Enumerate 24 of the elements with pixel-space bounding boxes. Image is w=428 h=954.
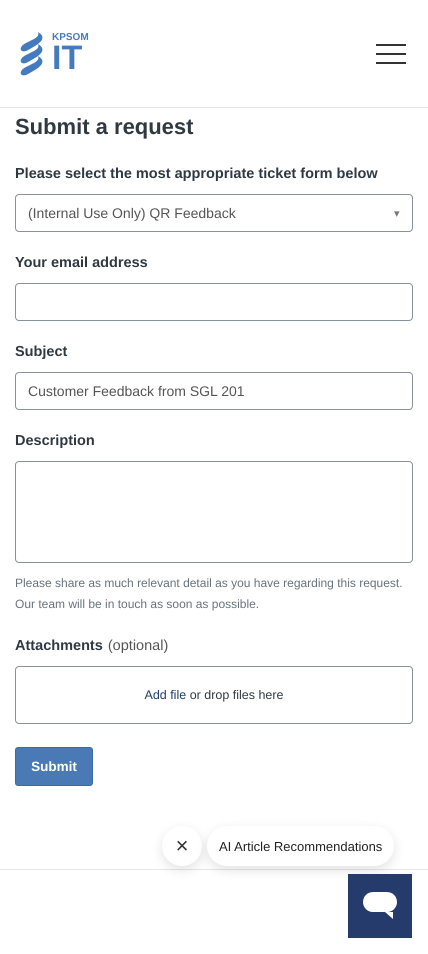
- optional-note: (optional): [108, 638, 168, 654]
- input-field[interactable]: Customer Feedback from SGL 201: [15, 372, 413, 410]
- page-title: Submit a request: [15, 114, 194, 140]
- logo-small-text: KPSOM: [52, 32, 89, 42]
- menu-icon[interactable]: [376, 44, 406, 64]
- field-label: Your email address: [15, 255, 149, 271]
- field-label: Attachments: [15, 638, 103, 654]
- dropzone-text: or drop files here: [190, 688, 284, 702]
- input-field[interactable]: [15, 283, 413, 321]
- add-file-link[interactable]: Add file: [144, 688, 186, 702]
- file-dropzone[interactable]: Add file or drop files here: [15, 666, 413, 724]
- logo[interactable]: KPSOM IT: [16, 30, 89, 78]
- field-label: Please select the most appropriate ticket form below: [15, 166, 379, 182]
- chat-button[interactable]: [348, 874, 412, 938]
- field-label: Subject: [15, 344, 68, 360]
- logo-large-text: IT: [52, 40, 82, 74]
- field-hint: Please share as much relevant detail as you have regarding this request. Our team will be in touch as soon as possible.: [15, 575, 404, 613]
- ticket-form-select[interactable]: (Internal Use Only) QR Feedback ▾: [15, 194, 413, 232]
- chat-bubble[interactable]: AI Article Recommendations: [207, 826, 394, 866]
- field-label: Description: [15, 433, 96, 449]
- close-button[interactable]: ×: [162, 826, 202, 866]
- chat-icon: [363, 892, 397, 920]
- description-field[interactable]: [15, 461, 413, 563]
- submit-button[interactable]: Submit: [15, 747, 93, 786]
